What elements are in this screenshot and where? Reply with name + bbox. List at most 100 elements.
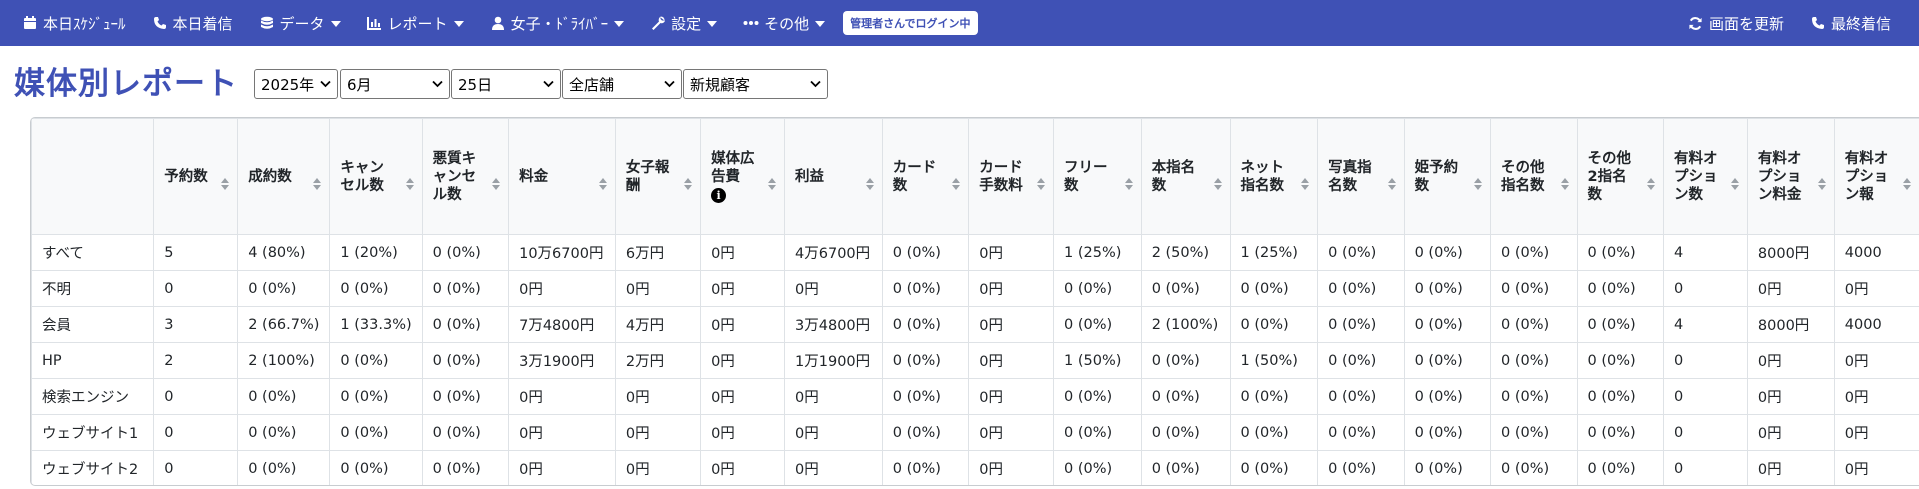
table-cell: 2 xyxy=(153,342,239,379)
nav-label: データ xyxy=(279,14,325,33)
table-cell: 0円 xyxy=(508,414,616,451)
sort-icon[interactable] xyxy=(313,178,322,190)
header-cell[interactable]: 悪質キャンセル数 xyxy=(421,118,510,235)
header-cell[interactable]: その他2指名数 xyxy=(1576,118,1664,235)
table-cell: 0円 xyxy=(968,414,1055,451)
table-cell: 0 (0%) xyxy=(1317,450,1405,485)
table-cell: 1 (50%) xyxy=(1229,342,1319,379)
table-cell: 0円 xyxy=(784,378,883,415)
sort-icon[interactable] xyxy=(405,178,414,190)
header-cell[interactable]: 成約数 xyxy=(237,118,331,235)
sort-icon[interactable] xyxy=(1903,178,1911,190)
header-cell[interactable]: 有料オプション料金 xyxy=(1746,118,1835,235)
table-cell: 0 (0%) xyxy=(881,306,970,343)
sort-icon[interactable] xyxy=(684,178,693,190)
sort-icon[interactable] xyxy=(1560,178,1569,190)
table-cell: 0 (0%) xyxy=(1317,234,1405,271)
nav-data-menu[interactable]: データ xyxy=(259,13,341,34)
table-cell: 0 (0%) xyxy=(1490,342,1578,379)
nav-label: 本日着信 xyxy=(172,14,233,33)
header-cell[interactable]: その他指名数 xyxy=(1490,118,1578,235)
header-cell[interactable]: 本指名数 xyxy=(1140,118,1231,235)
month-select-value: 6月 xyxy=(347,75,372,94)
table-cell: 0円 xyxy=(700,234,786,271)
month-select[interactable]: 6月 xyxy=(340,69,450,99)
header-cell[interactable]: 写真指名数 xyxy=(1317,118,1405,235)
sort-icon[interactable] xyxy=(1387,178,1396,190)
table-cell: 0 (0%) xyxy=(1229,378,1319,415)
table-cell: 0円 xyxy=(1746,378,1835,415)
store-select[interactable]: 全店舗 xyxy=(562,69,682,99)
header-cell[interactable]: 媒体広告費 i xyxy=(700,118,786,235)
table-cell: 0 xyxy=(1662,450,1748,485)
year-select[interactable]: 2025年 xyxy=(254,69,338,99)
sort-icon[interactable] xyxy=(1646,178,1655,190)
header-cell[interactable]: ネット指名数 xyxy=(1229,118,1319,235)
table-cell: 0円 xyxy=(700,342,786,379)
nav-label: その他 xyxy=(764,14,810,33)
sort-icon[interactable] xyxy=(1474,178,1483,190)
sort-icon[interactable] xyxy=(598,178,607,190)
refresh-screen-button[interactable]: 画面を更新 xyxy=(1688,13,1784,34)
caret-down-icon xyxy=(707,21,718,27)
table-cell: 2 (50%) xyxy=(1140,234,1231,271)
sort-icon[interactable] xyxy=(1213,178,1222,190)
sort-icon[interactable] xyxy=(1037,178,1046,190)
sort-icon[interactable] xyxy=(768,178,777,190)
table-row: 不明 0 0 (0%) 0 (0%) 0 (0%) 0円 0円 0円 0円 0 (0%) 0円 0 (… xyxy=(31,270,1919,307)
day-select[interactable]: 25日 xyxy=(451,69,561,99)
table-row: ウェブサイト1 0 0 (0%) 0 (0%) 0 (0%) 0円 0円 0円 0円 0 (0%)… xyxy=(31,414,1919,451)
table-cell: 0円 xyxy=(784,270,883,307)
nav-report-menu[interactable]: レポート xyxy=(367,13,464,34)
table-cell: 0 (0%) xyxy=(881,378,970,415)
table-cell: 0円 xyxy=(614,450,702,485)
table-cell: 0円 xyxy=(968,450,1055,485)
sort-icon[interactable] xyxy=(952,178,961,190)
header-cell[interactable]: カード手数料 xyxy=(968,118,1055,235)
table-cell: 0円 xyxy=(784,450,883,485)
header-cell[interactable]: 女子報酬 xyxy=(614,118,702,235)
sort-icon[interactable] xyxy=(1301,178,1310,190)
nav-girls-drivers-menu[interactable]: 女子・ﾄﾞﾗｲﾊﾞｰ xyxy=(490,13,625,34)
nav-settings-menu[interactable]: 設定 xyxy=(650,13,718,34)
table-cell: 0 (0%) xyxy=(1229,450,1319,485)
table-cell: 3 xyxy=(153,306,239,343)
store-select-value: 全店舗 xyxy=(569,75,615,94)
header-cell[interactable]: カード数 xyxy=(881,118,970,235)
sort-icon[interactable] xyxy=(221,178,230,190)
sort-icon[interactable] xyxy=(1817,178,1826,190)
table-cell: 1 (25%) xyxy=(1229,234,1319,271)
customer-type-select[interactable]: 新規顧客 xyxy=(683,69,828,99)
table-cell: 0 xyxy=(1662,342,1748,379)
table-cell: 8000円 xyxy=(1746,234,1835,271)
sort-icon[interactable] xyxy=(865,178,874,190)
header-cell[interactable]: 利益 xyxy=(784,118,883,235)
header-cell[interactable]: キャンセル数 xyxy=(329,118,423,235)
refresh-icon xyxy=(1688,15,1704,31)
sort-icon[interactable] xyxy=(1124,178,1133,190)
nav-other-menu[interactable]: その他 xyxy=(743,13,826,34)
header-cell[interactable]: 姫予約数 xyxy=(1403,118,1492,235)
header-cell[interactable]: 予約数 xyxy=(153,118,239,235)
nav-today-calls[interactable]: 本日着信 xyxy=(152,13,233,34)
table-cell: 0円 xyxy=(508,450,616,485)
header-cell[interactable]: 料金 xyxy=(508,118,616,235)
chart-icon xyxy=(367,15,383,31)
caret-down-icon xyxy=(614,21,625,27)
header-cell[interactable]: 有料オプション数 xyxy=(1662,118,1748,235)
table-cell: 0 (0%) xyxy=(1403,306,1492,343)
nav-today-schedule[interactable]: 本日ｽｹｼﾞｭｰﾙ xyxy=(22,13,126,34)
table-cell: 0円 xyxy=(1746,414,1835,451)
sort-icon[interactable] xyxy=(1730,178,1739,190)
info-icon[interactable]: i xyxy=(711,188,727,203)
table-cell: 0円 xyxy=(700,270,786,307)
table-cell: 0円 xyxy=(1746,270,1835,307)
table-cell: 1 (25%) xyxy=(1053,234,1142,271)
header-label: キャンセル数 xyxy=(340,159,384,194)
last-call-button[interactable]: 最終着信 xyxy=(1810,13,1891,34)
chevron-down-icon xyxy=(319,78,331,90)
header-cell[interactable]: フリー数 xyxy=(1053,118,1142,235)
table-cell: 0 (0%) xyxy=(421,270,510,307)
header-cell[interactable]: 有料オプション報 xyxy=(1833,118,1919,235)
sort-icon[interactable] xyxy=(492,178,501,190)
